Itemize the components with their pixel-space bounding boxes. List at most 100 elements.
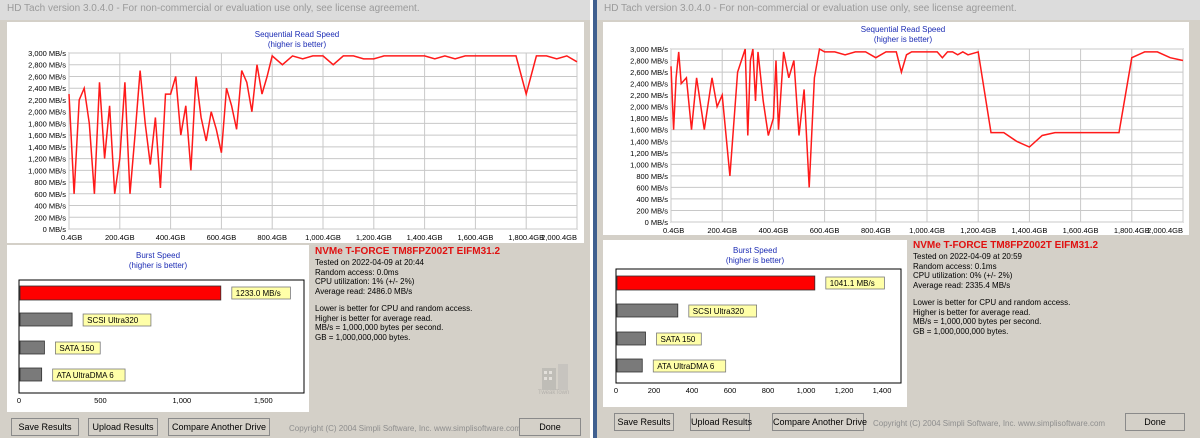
x-tick-label: 1,000.4GB xyxy=(305,233,341,242)
save-results-button[interactable]: Save Results xyxy=(11,418,79,436)
burst-bar-ref xyxy=(616,331,646,346)
copyright-text: Copyright (C) 2004 Simpli Software, Inc.… xyxy=(873,419,1106,428)
cpu-utilization: CPU utilization: 1% (+/- 2%) xyxy=(315,277,415,286)
burst-x-tick: 1,000 xyxy=(797,386,816,395)
drive-info: NVMe T-FORCE TM8FPZ002T EIFM31.2 Tested … xyxy=(315,246,500,342)
x-tick-label: 1,400.4GB xyxy=(407,233,443,242)
note-lower-better: Lower is better for CPU and random acces… xyxy=(913,298,1071,307)
x-tick-label: 0.4GB xyxy=(61,233,82,242)
y-tick-label: 2,800 MB/s xyxy=(28,61,66,70)
upload-results-button[interactable]: Upload Results xyxy=(690,413,752,431)
burst-bar-main xyxy=(19,285,222,301)
random-access: Random access: 0.1ms xyxy=(913,261,997,271)
burst-x-tick: 500 xyxy=(94,396,107,405)
x-tick-label: 1,600.4GB xyxy=(457,233,493,242)
x-tick-label: 1,800.4GB xyxy=(508,233,544,242)
burst-x-tick: 200 xyxy=(648,386,661,395)
note-mbs: MB/s = 1,000,000 bytes per second. xyxy=(913,317,1042,326)
note-gb: GB = 1,000,000,000 bytes. xyxy=(913,326,1009,336)
y-tick-label: 1,200 MB/s xyxy=(28,155,66,164)
compare-drive-button[interactable]: Compare Another Drive xyxy=(168,418,270,436)
watermark-text: TweakTown xyxy=(538,390,570,396)
random-access: Random access: 0.0ms xyxy=(315,267,399,277)
cpu-utilization: CPU utilization: 0% (+/- 2%) xyxy=(913,271,1013,280)
burst-chart: 0 200 400 600 800 1,000 1,200 1,400 1041.1 MB/s S… xyxy=(614,268,902,395)
x-tick-label: 0.4GB xyxy=(663,226,684,235)
note-lower-better: Lower is better for CPU and random acces… xyxy=(315,304,473,313)
y-tick-label: 2,200 MB/s xyxy=(28,96,66,105)
burst-x-tick: 0 xyxy=(17,396,21,405)
x-tick-label: 800.4GB xyxy=(861,226,891,235)
x-tick-label: 800.4GB xyxy=(257,233,287,242)
average-read: Average read: 2486.0 MB/s xyxy=(315,286,413,296)
y-tick-label: 2,600 MB/s xyxy=(28,72,66,81)
burst-label: SCSI Ultra320 xyxy=(693,307,745,316)
note-higher-better: Higher is better for average read. xyxy=(913,307,1031,317)
y-tick-label: 200 MB/s xyxy=(636,206,668,215)
x-tick-label: 600.4GB xyxy=(207,233,237,242)
burst-x-tick: 0 xyxy=(614,386,618,395)
y-tick-label: 600 MB/s xyxy=(34,190,66,199)
burst-label: SCSI Ultra320 xyxy=(87,316,139,325)
x-tick-label: 2,000.4GB xyxy=(541,233,577,242)
burst-label: ATA UltraDMA 6 xyxy=(657,362,715,371)
copyright-text: Copyright (C) 2004 Simpli Software, Inc.… xyxy=(289,424,522,433)
burst-panel: Burst Speed (higher is better) 0 200 400 60… xyxy=(603,240,907,407)
x-tick-label: 600.4GB xyxy=(810,226,840,235)
drive-name: NVMe T-FORCE TM8FPZ002T EIFM31.2 xyxy=(913,240,1099,251)
y-tick-label: 1,200 MB/s xyxy=(630,149,668,158)
title-bar: HD Tach version 3.0.4.0 - For non-commer… xyxy=(0,0,590,20)
x-tick-label: 1,400.4GB xyxy=(1011,226,1047,235)
burst-x-tick: 600 xyxy=(724,386,737,395)
y-tick-label: 2,400 MB/s xyxy=(28,84,66,93)
note-mbs: MB/s = 1,000,000 bytes per second. xyxy=(315,323,444,332)
done-button[interactable]: Done xyxy=(519,418,581,436)
burst-label: SATA 150 xyxy=(661,335,696,344)
burst-label: SATA 150 xyxy=(59,344,94,353)
y-tick-label: 400 MB/s xyxy=(636,195,668,204)
burst-bar-main xyxy=(616,275,816,291)
compare-drive-button[interactable]: Compare Another Drive xyxy=(772,413,867,431)
burst-bar-ref xyxy=(19,367,43,382)
burst-x-tick: 400 xyxy=(686,386,699,395)
upload-results-button[interactable]: Upload Results xyxy=(88,418,158,436)
y-tick-label: 1,000 MB/s xyxy=(28,166,66,175)
burst-label: ATA UltraDMA 6 xyxy=(57,371,115,380)
y-tick-label: 2,600 MB/s xyxy=(630,68,668,77)
done-button[interactable]: Done xyxy=(1125,413,1185,431)
burst-bar-ref xyxy=(616,358,643,373)
y-tick-label: 1,400 MB/s xyxy=(630,137,668,146)
y-tick-label: 400 MB/s xyxy=(34,202,66,211)
y-tick-label: 3,000 MB/s xyxy=(630,45,668,54)
window-title: HD Tach version 3.0.4.0 - For non-commer… xyxy=(604,3,1017,14)
save-results-button[interactable]: Save Results xyxy=(614,413,674,431)
burst-label: 1233.0 MB/s xyxy=(236,289,281,298)
y-tick-label: 200 MB/s xyxy=(34,213,66,222)
x-tick-label: 200.4GB xyxy=(707,226,737,235)
x-tick-label: 1,800.4GB xyxy=(1114,226,1150,235)
y-tick-label: 1,400 MB/s xyxy=(28,143,66,152)
y-tick-label: 2,000 MB/s xyxy=(630,103,668,112)
burst-x-tick: 1,200 xyxy=(835,386,854,395)
burst-x-tick: 1,400 xyxy=(873,386,892,395)
y-tick-label: 2,000 MB/s xyxy=(28,108,66,117)
average-read: Average read: 2335.4 MB/s xyxy=(913,280,1011,290)
note-higher-better: Higher is better for average read. xyxy=(315,313,433,323)
title-bar: HD Tach version 3.0.4.0 - For non-commer… xyxy=(597,0,1200,20)
x-tick-label: 1,200.4GB xyxy=(960,226,996,235)
y-tick-label: 1,600 MB/s xyxy=(28,131,66,140)
y-tick-label: 600 MB/s xyxy=(636,183,668,192)
y-tick-label: 800 MB/s xyxy=(636,172,668,181)
y-tick-label: 1,000 MB/s xyxy=(630,160,668,169)
y-tick-label: 2,200 MB/s xyxy=(630,91,668,100)
y-tick-label: 1,800 MB/s xyxy=(28,119,66,128)
seq-read-chart: 0 MB/s200 MB/s400 MB/s600 MB/s800 MB/s1,… xyxy=(630,45,1184,235)
burst-bar-ref xyxy=(616,303,679,318)
y-tick-label: 3,000 MB/s xyxy=(28,49,66,58)
drive-info: NVMe T-FORCE TM8FPZ002T EIFM31.2 Tested … xyxy=(913,240,1098,336)
x-tick-label: 2,000.4GB xyxy=(1147,226,1183,235)
x-tick-label: 400.4GB xyxy=(759,226,789,235)
y-tick-label: 1,800 MB/s xyxy=(630,114,668,123)
hdtach-window-left: HD Tach version 3.0.4.0 - For non-commer… xyxy=(0,0,590,438)
burst-bar-ref xyxy=(19,340,45,355)
